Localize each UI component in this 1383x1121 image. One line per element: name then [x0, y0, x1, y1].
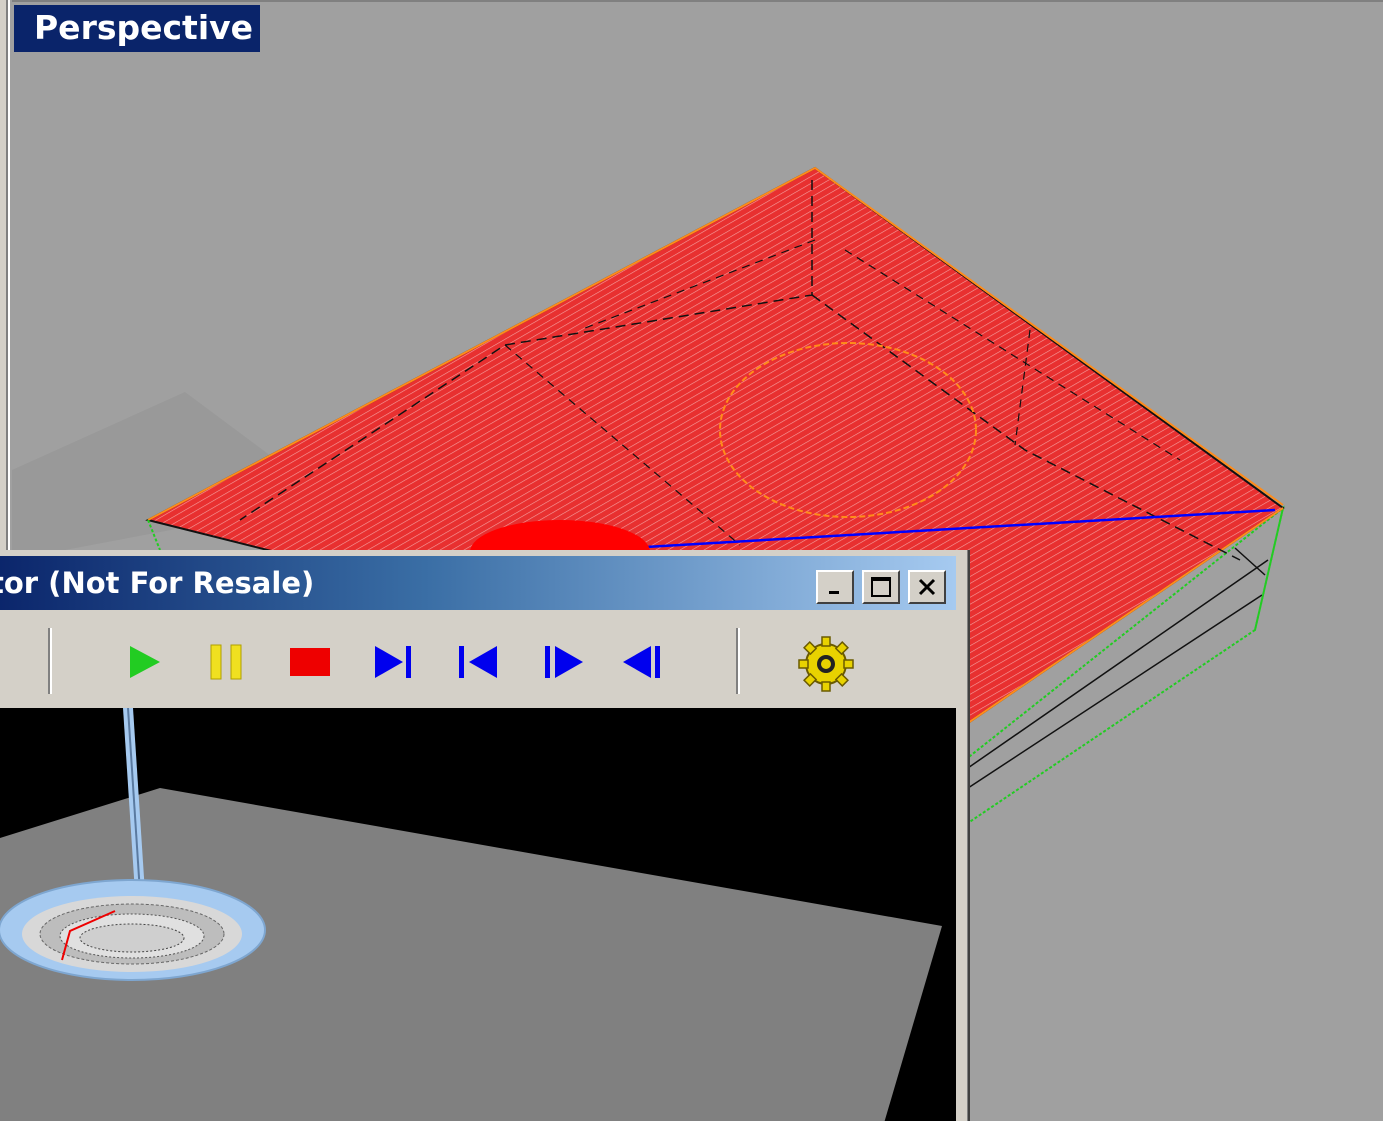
gear-icon — [798, 636, 854, 692]
simulator-titlebar[interactable]: tor (Not For Resale) — [0, 556, 956, 610]
simulation-canvas[interactable] — [0, 708, 956, 1121]
simulator-window[interactable]: tor (Not For Resale) — [0, 550, 970, 1121]
play-icon — [130, 646, 160, 678]
minimize-button[interactable] — [816, 570, 854, 604]
step-forward-icon — [545, 646, 583, 678]
simulator-title: tor (Not For Resale) — [0, 566, 315, 600]
skip-to-start-button[interactable] — [456, 640, 500, 684]
skip-to-end-button[interactable] — [372, 640, 416, 684]
toolbar-separator — [48, 628, 52, 694]
skip-to-start-icon — [459, 646, 497, 678]
cam-application: Perspective tor (Not For Resale) — [0, 0, 1383, 1121]
simulator-toolbar — [0, 614, 956, 706]
viewport-title-label: Perspective — [14, 5, 260, 52]
close-button[interactable] — [908, 570, 946, 604]
step-back-button[interactable] — [620, 640, 664, 684]
play-button[interactable] — [122, 640, 166, 684]
simulation-scene — [0, 708, 956, 1121]
maximize-icon — [871, 577, 891, 597]
pause-icon — [210, 644, 242, 680]
stock-edge — [1234, 547, 1266, 576]
settings-button[interactable] — [798, 636, 854, 692]
stop-icon — [290, 648, 330, 676]
minimize-icon — [829, 591, 839, 594]
skip-to-end-icon — [375, 646, 411, 678]
maximize-button[interactable] — [862, 570, 900, 604]
step-forward-button[interactable] — [542, 640, 586, 684]
step-back-icon — [623, 646, 660, 678]
machined-pocket-step — [79, 923, 185, 953]
pause-button[interactable] — [205, 640, 249, 684]
toolbar-separator — [736, 628, 740, 694]
close-icon — [918, 578, 936, 596]
stop-button[interactable] — [288, 640, 332, 684]
